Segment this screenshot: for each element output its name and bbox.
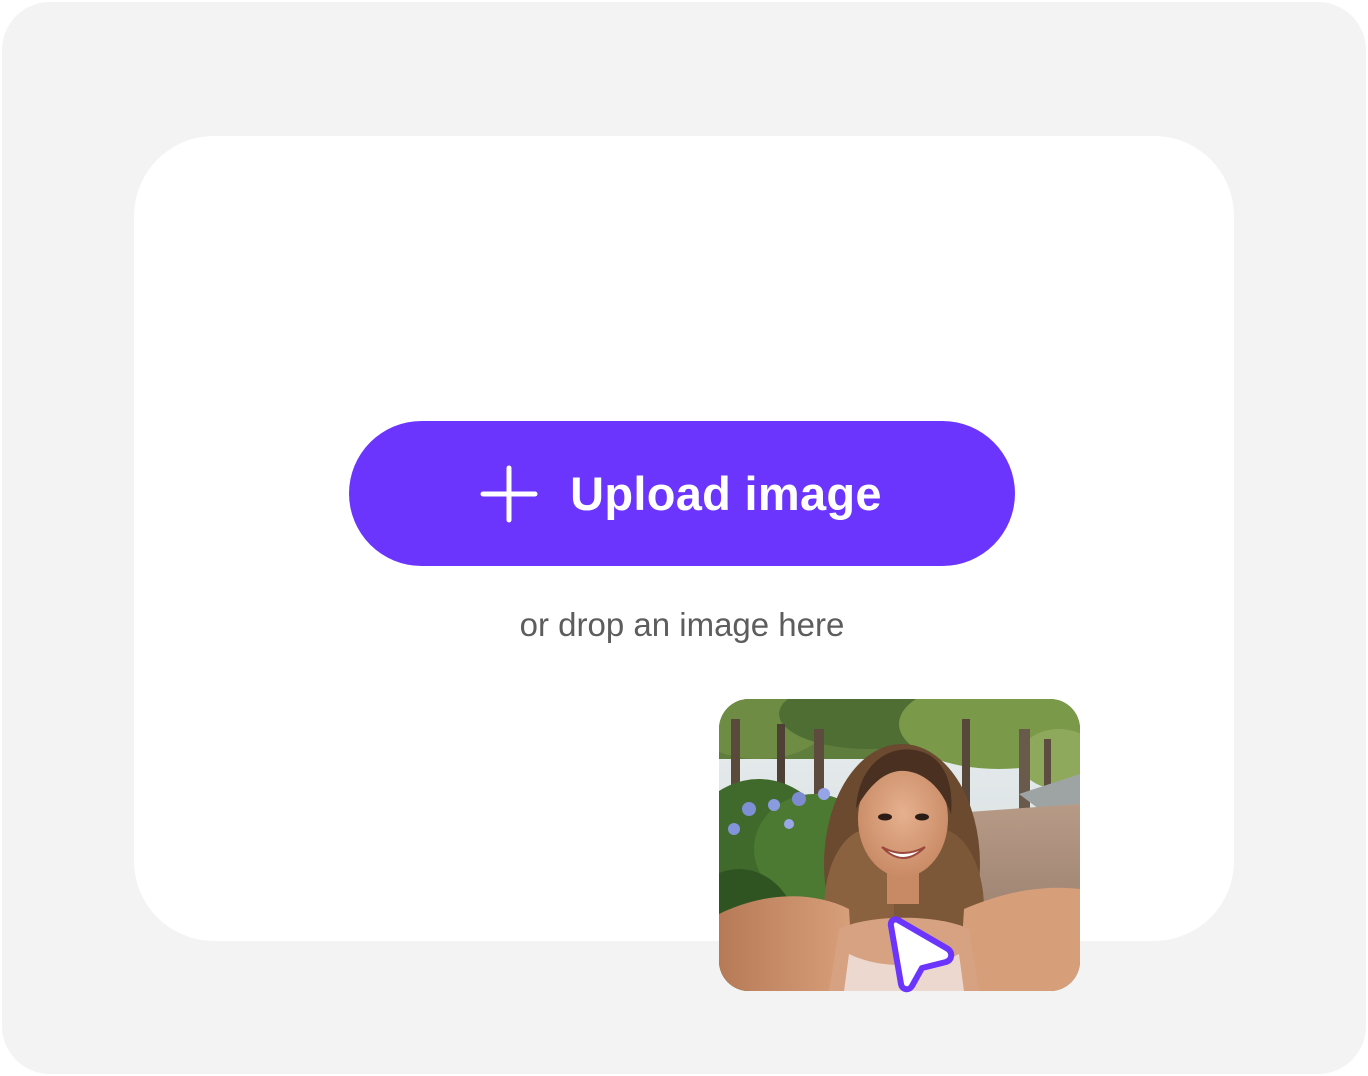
drop-hint-text: or drop an image here (519, 606, 845, 643)
upload-image-label: Upload image (570, 467, 882, 520)
pointer-cursor-icon (887, 916, 955, 993)
upload-image-button[interactable]: Upload image (349, 421, 1015, 566)
plus-icon (480, 465, 538, 522)
